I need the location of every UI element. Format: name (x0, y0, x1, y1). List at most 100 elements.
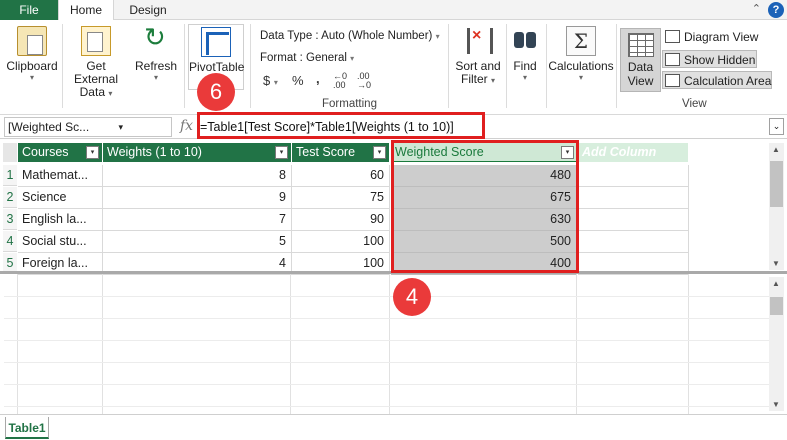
divider (448, 24, 449, 108)
view-group-label: View (682, 98, 707, 110)
cell-courses[interactable]: English la... (18, 209, 103, 231)
pivot-icon (201, 27, 231, 57)
ribbon-tab-bar: File Home Design ⌃ ? (0, 0, 787, 21)
percent-format-button[interactable]: % (292, 73, 304, 88)
cell-add-column[interactable] (578, 231, 689, 253)
show-hidden-button[interactable]: Show Hidden (662, 50, 757, 68)
formula-callout-box (197, 112, 485, 139)
row-number[interactable]: 4 (3, 231, 17, 252)
filter-dropdown-icon[interactable]: ▾ (373, 146, 386, 159)
filter-dropdown-icon[interactable]: ▾ (86, 146, 99, 159)
scroll-up-icon[interactable]: ▲ (772, 279, 780, 288)
scroll-thumb[interactable] (770, 297, 783, 315)
cell-test-score[interactable]: 100 (292, 231, 390, 253)
sheet-tab-table1[interactable]: Table1 (5, 417, 49, 439)
calculations-button[interactable]: Σ Calculations ▾ (548, 24, 614, 94)
format-dropdown[interactable]: Format : General ▾ (260, 52, 354, 64)
clipboard-button[interactable]: Clipboard ▾ (4, 24, 60, 94)
cell-add-column[interactable] (578, 187, 689, 209)
refresh-button[interactable]: Refresh ▾ (132, 23, 180, 94)
grid-line (17, 274, 18, 414)
cell-weights[interactable]: 8 (103, 165, 292, 187)
upper-scrollbar[interactable]: ▲ ▼ (769, 143, 784, 270)
collapse-ribbon-icon[interactable]: ⌃ (752, 2, 761, 15)
refresh-icon (141, 23, 171, 56)
grid-line (4, 384, 769, 385)
scroll-thumb[interactable] (770, 161, 783, 207)
data-type-dropdown[interactable]: Data Type : Auto (Whole Number) ▾ (260, 30, 440, 42)
scroll-down-icon[interactable]: ▼ (772, 400, 780, 409)
formatting-group-label: Formatting (322, 98, 377, 110)
scroll-up-icon[interactable]: ▲ (772, 145, 780, 154)
find-button[interactable]: Find ▾ (508, 24, 542, 94)
tab-home[interactable]: Home (58, 0, 114, 21)
data-view-button[interactable]: Data View (620, 28, 661, 92)
thousands-separator-button[interactable]: , (316, 71, 320, 86)
add-column-header[interactable]: Add Column (578, 143, 688, 162)
cell-courses[interactable]: Social stu... (18, 231, 103, 253)
row-number[interactable]: 1 (3, 165, 17, 186)
cell-weights[interactable]: 5 (103, 231, 292, 253)
row-number[interactable]: 2 (3, 187, 17, 208)
divider (250, 24, 251, 108)
lower-scrollbar[interactable]: ▲ ▼ (769, 277, 784, 411)
grid-line (576, 274, 577, 414)
currency-format-button[interactable]: $ ▾ (263, 73, 278, 88)
cell-weights[interactable]: 9 (103, 187, 292, 209)
filter-dropdown-icon[interactable]: ▾ (275, 146, 288, 159)
select-all-corner[interactable] (3, 143, 17, 162)
grid-line (4, 362, 769, 363)
column-header-weights[interactable]: Weights (1 to 10) ▾ (103, 143, 291, 162)
diagram-view-button[interactable]: Diagram View (663, 28, 758, 46)
clipboard-icon (17, 26, 47, 56)
cell-courses[interactable]: Science (18, 187, 103, 209)
column-header-test-score[interactable]: Test Score ▾ (292, 143, 389, 162)
grid-line (4, 406, 769, 407)
expand-formula-bar-button[interactable]: ⌄ (769, 118, 784, 135)
show-hidden-icon (665, 53, 680, 66)
step-6-badge: 6 (197, 73, 235, 111)
scroll-down-icon[interactable]: ▼ (772, 259, 780, 268)
grid-icon (627, 33, 654, 57)
fx-icon[interactable]: fx (180, 118, 193, 134)
grid-line (290, 274, 291, 414)
diagram-icon (665, 30, 680, 43)
cell-test-score[interactable]: 75 (292, 187, 390, 209)
sigma-icon: Σ (566, 26, 596, 56)
sort-filter-icon (463, 26, 493, 56)
step-4-badge: 4 (393, 278, 431, 316)
divider (546, 24, 547, 108)
sort-and-filter-button[interactable]: Sort and Filter ▾ (452, 24, 504, 94)
divider (616, 24, 617, 108)
cell-add-column[interactable] (578, 165, 689, 187)
grid-line (4, 340, 769, 341)
database-icon (81, 26, 111, 56)
tab-file[interactable]: File (0, 0, 58, 20)
cell-test-score[interactable]: 90 (292, 209, 390, 231)
calculation-area-button[interactable]: Calculation Area (662, 71, 772, 89)
sheet-tab-bar: Table1 (0, 414, 787, 440)
name-box[interactable]: [Weighted Sc... ▾ (4, 117, 172, 137)
divider (506, 24, 507, 108)
column-callout-box (391, 140, 579, 273)
grid-line (102, 274, 103, 414)
column-header-courses[interactable]: Courses ▾ (18, 143, 102, 162)
tab-design[interactable]: Design (120, 0, 176, 21)
grid-line (4, 296, 769, 297)
cell-weights[interactable]: 7 (103, 209, 292, 231)
get-external-data-button[interactable]: Get External Data ▾ (63, 24, 129, 99)
decrease-decimal-button[interactable]: .00 →0 (357, 72, 371, 90)
row-number[interactable]: 3 (3, 209, 17, 230)
fx-icon (665, 74, 680, 87)
ribbon: Clipboard ▾ Get External Data ▾ Refresh … (0, 20, 787, 115)
divider (184, 24, 185, 108)
help-icon[interactable]: ? (768, 2, 784, 18)
grid-line (389, 274, 390, 414)
cell-test-score[interactable]: 60 (292, 165, 390, 187)
cell-add-column[interactable] (578, 209, 689, 231)
binoculars-icon (510, 26, 540, 56)
increase-decimal-button[interactable]: ←0.00 (333, 72, 347, 90)
grid-line (688, 274, 689, 414)
chevron-down-icon[interactable]: ▾ (118, 118, 123, 136)
cell-courses[interactable]: Mathemat... (18, 165, 103, 187)
